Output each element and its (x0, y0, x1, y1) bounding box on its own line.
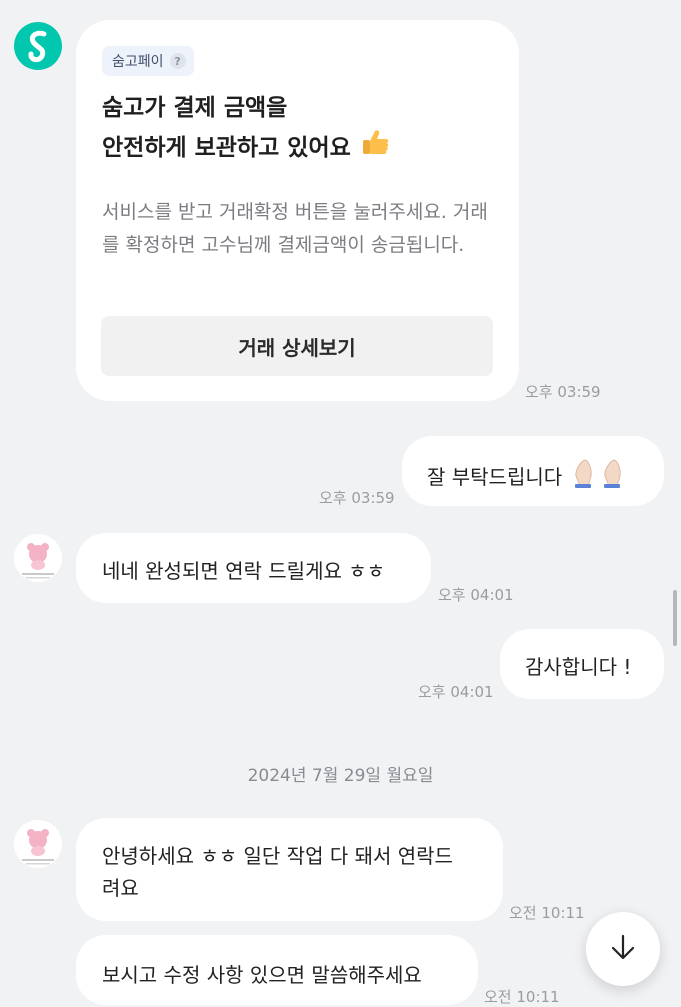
outgoing-message: 잘 부탁드립니다 (402, 436, 664, 506)
message-text: 안녕하세요 ㅎㅎ 일단 작업 다 돼서 연락드 려요 (102, 840, 453, 904)
message-text: 보시고 수정 사항 있으면 말씀해주세요 (102, 963, 422, 987)
message-time: 오후 03:59 (525, 383, 601, 401)
payment-card-title: 숨고가 결제 금액을 안전하게 보관하고 있어요 (102, 90, 391, 169)
message-time: 오후 04:01 (418, 683, 494, 701)
date-separator: 2024년 7월 29일 월요일 (247, 766, 434, 786)
message-time: 오후 03:59 (319, 489, 395, 507)
scroll-to-bottom-button[interactable] (586, 912, 660, 986)
incoming-message: 안녕하세요 ㅎㅎ 일단 작업 다 돼서 연락드 려요 (76, 818, 503, 921)
payment-card-description: 서비스를 받고 거래확정 버튼을 눌러주세요. 거래를 확정하면 고수님께 결제… (102, 201, 488, 256)
message-text-line2: 려요 (102, 876, 139, 900)
message-time: 오전 10:11 (509, 904, 585, 922)
folded-hands-icon (572, 458, 630, 493)
help-icon[interactable]: ? (169, 53, 186, 69)
transaction-detail-button[interactable]: 거래 상세보기 (101, 316, 493, 376)
payment-title-line2: 안전하게 보관하고 있어요 (102, 134, 351, 161)
outgoing-message: 감사합니다 ! (500, 629, 664, 699)
soomgo-logo-icon (14, 22, 62, 70)
message-time: 오후 04:01 (438, 586, 514, 604)
incoming-message: 네네 완성되면 연락 드릴게요 ㅎㅎ (76, 533, 431, 603)
message-time: 오전 10:11 (484, 988, 560, 1006)
thumbs-up-icon (359, 126, 391, 169)
pay-tag-label: 숨고페이 (112, 54, 164, 70)
arrow-down-icon (608, 932, 638, 966)
soomgo-pay-tag[interactable]: 숨고페이 ? (102, 46, 194, 76)
message-text: 잘 부탁드립니다 (427, 465, 563, 489)
user-avatar[interactable] (14, 820, 62, 868)
message-text: 감사합니다 ! (525, 655, 632, 679)
incoming-message: 보시고 수정 사항 있으면 말씀해주세요 (76, 935, 478, 1005)
message-text-line1: 안녕하세요 ㅎㅎ 일단 작업 다 돼서 연락드 (102, 844, 453, 868)
user-avatar[interactable] (14, 534, 62, 582)
payment-info-card: 숨고페이 ? 숨고가 결제 금액을 안전하게 보관하고 있어요 서비스를 받고 … (76, 20, 519, 401)
payment-title-line1: 숨고가 결제 금액을 (102, 95, 288, 121)
message-text: 네네 완성되면 연락 드릴게요 ㅎㅎ (102, 559, 386, 583)
scrollbar[interactable] (673, 590, 677, 646)
